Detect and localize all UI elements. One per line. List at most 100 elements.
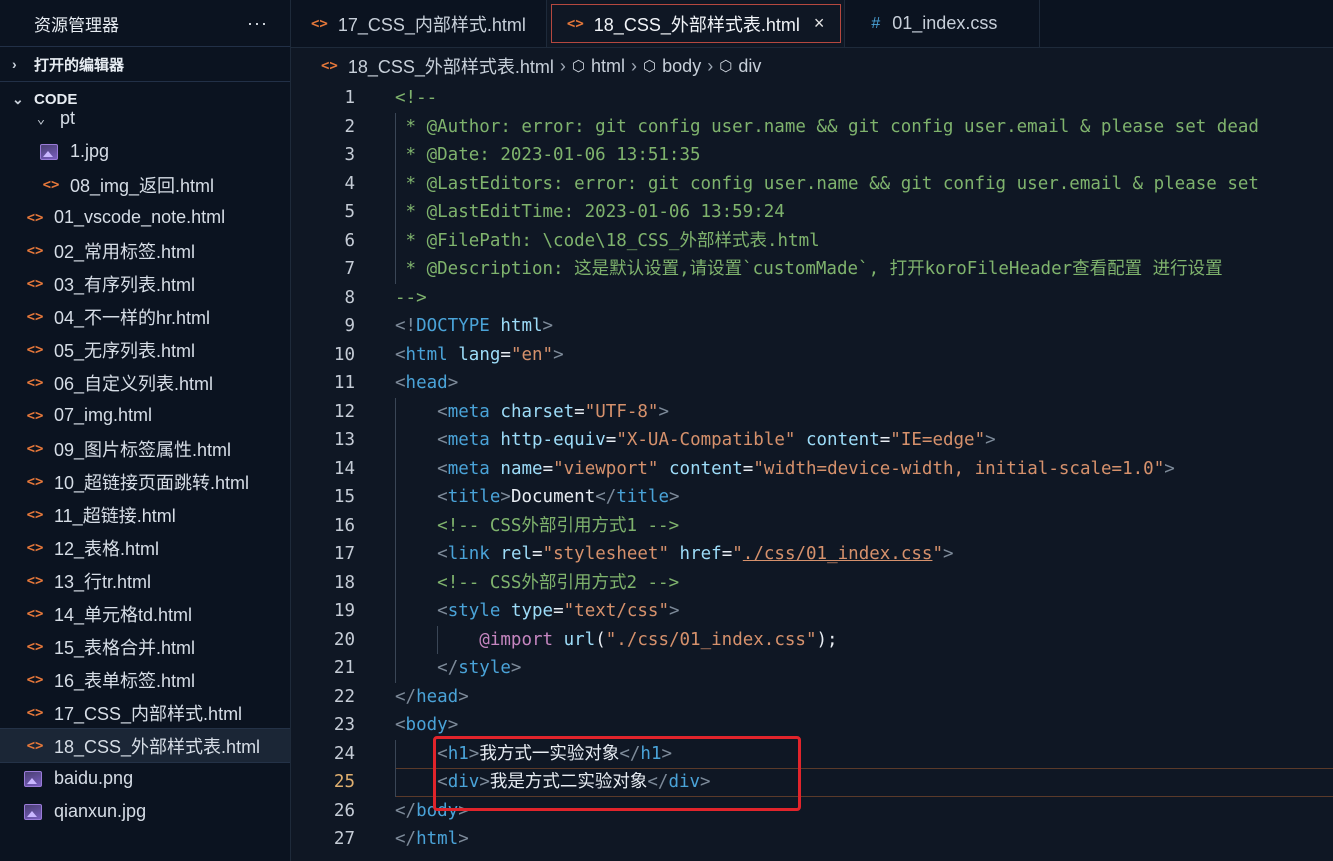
explorer-title: 资源管理器: [34, 15, 119, 35]
code-editor[interactable]: 1 <!-- 2 * @Author: error: git config user…: [291, 84, 1333, 861]
line-number: 6: [344, 230, 355, 251]
token: meta: [447, 458, 490, 479]
tab-label: 18_CSS_外部样式表.html: [593, 14, 800, 35]
code-line: 11 <head>: [291, 369, 1333, 398]
tree-file[interactable]: <> 16_表单标签.html: [0, 663, 290, 696]
html-file-icon: <>: [566, 15, 584, 32]
tree-file[interactable]: 1.jpg: [0, 135, 290, 168]
line-number: 21: [333, 658, 355, 678]
indent-guide: [395, 397, 396, 683]
tree-file[interactable]: <> 17_CSS_内部样式.html: [0, 696, 290, 729]
tree-file[interactable]: <> 14_单元格td.html: [0, 597, 290, 630]
line-number: 16: [333, 515, 355, 536]
tree-file[interactable]: <> 02_常用标签.html: [0, 234, 290, 267]
line-number: 3: [344, 145, 355, 165]
tree-file[interactable]: <> 13_行tr.html: [0, 564, 290, 597]
tree-file[interactable]: <> 08_img_返回.html: [0, 168, 290, 201]
tree-file[interactable]: qianxun.jpg: [0, 795, 290, 828]
line-number: 15: [333, 487, 355, 507]
token: </: [395, 829, 417, 849]
tree-file[interactable]: <> 11_超链接.html: [0, 498, 290, 531]
tree-file[interactable]: <> 15_表格合并.html: [0, 630, 290, 663]
token: =: [879, 430, 891, 450]
tree-file[interactable]: <> 18_CSS_外部样式表.html: [0, 728, 290, 763]
token: ": [932, 544, 943, 564]
html-file-icon: <>: [42, 176, 60, 193]
token: <: [437, 601, 448, 621]
code-text: <html lang="en">: [395, 341, 564, 370]
tree-file[interactable]: <> 07_img.html: [0, 399, 290, 432]
tree-file[interactable]: <> 06_自定义列表.html: [0, 366, 290, 399]
tree-file[interactable]: <> 03_有序列表.html: [0, 267, 290, 300]
indent-guide: [395, 112, 396, 284]
token: =: [574, 401, 585, 422]
line-number: 4: [344, 173, 355, 194]
chevron-right-icon: ›: [12, 56, 17, 72]
token: * @Author: error: git config user.name &…: [395, 116, 1259, 137]
tree-file[interactable]: <> 12_表格.html: [0, 531, 290, 564]
line-number: 24: [333, 743, 355, 764]
code-line: 22 </head>: [291, 683, 1333, 712]
html-file-icon: <>: [26, 275, 44, 292]
tree-file[interactable]: <> 04_不一样的hr.html: [0, 300, 290, 333]
breadcrumb-file[interactable]: 18_CSS_外部样式表.html: [348, 53, 554, 79]
html-file-icon: <>: [26, 209, 44, 226]
breadcrumb-html[interactable]: html: [591, 56, 625, 77]
token: html: [405, 344, 448, 365]
tab-1[interactable]: <> 17_CSS_内部样式.html: [291, 0, 547, 47]
tree-file[interactable]: <> 05_无序列表.html: [0, 333, 290, 366]
token: >: [447, 715, 459, 735]
more-actions-icon[interactable]: ···: [247, 13, 268, 34]
tree-file[interactable]: <> 09_图片标签属性.html: [0, 432, 290, 465]
token: >: [553, 344, 564, 365]
image-file-icon: [24, 803, 42, 820]
tree-item-label: 12_表格.html: [54, 538, 160, 559]
token: "viewport": [553, 458, 659, 479]
close-icon[interactable]: ×: [814, 13, 825, 34]
tab-3[interactable]: #01_index.css: [845, 0, 1041, 47]
tab-label: 17_CSS_内部样式.html: [337, 14, 526, 35]
token: >: [500, 487, 511, 507]
line-number: 25: [333, 772, 355, 792]
html-file-icon: <>: [26, 638, 44, 655]
tree-file[interactable]: baidu.png: [0, 762, 290, 795]
chevron-right-icon: ›: [631, 55, 638, 76]
token: <: [437, 458, 448, 479]
tree-item-label: qianxun.jpg: [54, 801, 147, 821]
file-tree: ⌄ pt 1.jpg <> 08_img_返回.html <> 01_vscode_note…: [0, 102, 290, 828]
tree-folder[interactable]: ⌄ pt: [0, 102, 290, 135]
tree-item-label: 06_自定义列表.html: [54, 373, 214, 394]
token: >: [458, 829, 469, 849]
breadcrumb-div[interactable]: div: [738, 56, 761, 77]
code-line: 16 <!-- CSS外部引用方式1 -->: [291, 512, 1333, 541]
tree-file[interactable]: <> 01_vscode_note.html: [0, 201, 290, 234]
token: * @FilePath: \code\18_CSS_外部样式表.html: [395, 230, 820, 251]
line-number: 7: [344, 259, 355, 279]
tree-file[interactable]: <> 10_超链接页面跳转.html: [0, 465, 290, 498]
html-file-icon: <>: [26, 539, 44, 556]
code-text: <meta name="viewport" content="width=dev…: [395, 455, 1175, 484]
code-line: 19 <style type="text/css">: [291, 597, 1333, 626]
code-line: 21 </style>: [291, 654, 1333, 683]
tab-2[interactable]: <> 18_CSS_外部样式表.html ×: [546, 0, 846, 47]
chevron-right-icon: ›: [707, 55, 714, 76]
breadcrumb-body[interactable]: body: [662, 56, 701, 77]
token: "./css/01_index.css": [605, 629, 817, 650]
symbol-cube-icon: ⬡: [719, 58, 733, 75]
open-editors-section[interactable]: › 打开的编辑器: [0, 47, 290, 81]
code-text: * @Author: error: git config user.name &…: [395, 113, 1259, 142]
symbol-cube-icon: ⬡: [643, 58, 657, 75]
line-number: 8: [344, 287, 355, 308]
tree-item-label: 03_有序列表.html: [54, 274, 196, 295]
token: >: [669, 601, 680, 621]
tree-item-label: 15_表格合并.html: [54, 637, 196, 658]
token: "en": [510, 344, 554, 365]
token: meta: [447, 430, 490, 450]
tree-item-label: 09_图片标签属性.html: [54, 439, 232, 460]
